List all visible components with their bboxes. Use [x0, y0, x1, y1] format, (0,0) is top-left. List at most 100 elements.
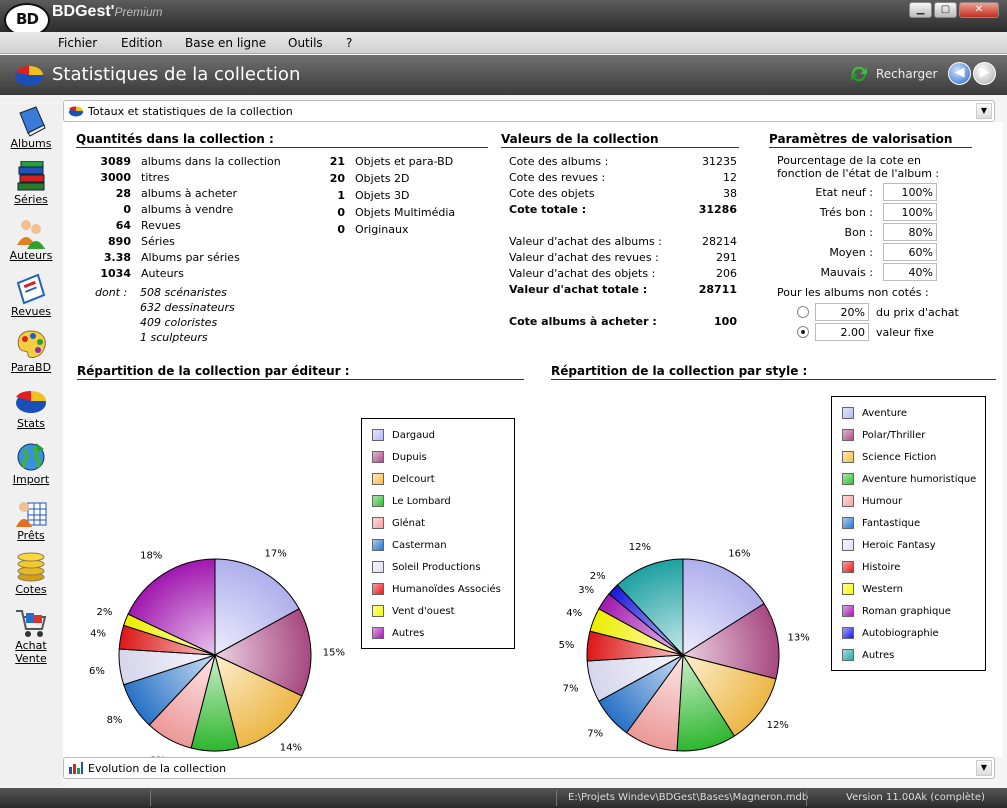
sidebar-label-series: Séries [14, 193, 48, 206]
maximize-button[interactable]: ▢ [934, 2, 957, 18]
forward-button[interactable]: ▶ [973, 62, 996, 85]
sidebar-item-cotes[interactable]: Cotes [0, 551, 62, 596]
title-bar[interactable]: BD BDGest'Premium ▁ ▢ ✕ [0, 0, 1007, 37]
state-percent-input[interactable]: 100% [883, 203, 937, 221]
state-percent-input[interactable]: 60% [883, 243, 937, 261]
reload-button[interactable]: Recharger [848, 63, 937, 85]
sidebar-item-parabd[interactable]: ParaBD [0, 329, 62, 374]
status-db-path: E:\Projets Windev\BDGest\Bases\Magneron.… [568, 792, 809, 803]
minimize-button[interactable]: ▁ [909, 2, 932, 18]
quantity-label: albums dans la collection [141, 155, 281, 168]
close-icon: ✕ [974, 4, 984, 15]
menu-base-en-ligne[interactable]: Base en ligne [185, 36, 266, 50]
state-label: Bon : [844, 226, 873, 239]
object-quantity-label: Objets Multimédia [355, 206, 456, 219]
quantity-value: 3089 [100, 155, 131, 168]
legend-item: Western [842, 583, 903, 595]
state-percent-input[interactable]: 40% [883, 263, 937, 281]
object-quantity-value: 20 [329, 172, 345, 185]
legend-item: Humour [842, 495, 902, 507]
legend-item: Autres [842, 649, 894, 661]
radio-prix-achat-label: du prix d'achat [876, 306, 959, 319]
sidebar-label-prets: Prêts [17, 529, 45, 542]
chevron-down-icon[interactable]: ▼ [976, 760, 992, 776]
legend-swatch [372, 429, 384, 441]
radio-valeur-fixe[interactable] [797, 326, 809, 338]
object-quantity-label: Objets et para-BD [355, 155, 454, 168]
radio-prix-achat[interactable] [797, 306, 809, 318]
legend-swatch [842, 517, 854, 529]
menu-fichier[interactable]: Fichier [58, 36, 97, 50]
legend-swatch [842, 473, 854, 485]
state-percent-input[interactable]: 80% [883, 223, 937, 241]
pie-slice-label: 18% [140, 551, 162, 562]
quantity-label: Albums par séries [141, 251, 240, 264]
reload-icon [851, 66, 867, 82]
sidebar-label-import: Import [12, 473, 50, 486]
sidebar-item-import[interactable]: Import [0, 441, 62, 486]
author-breakdown-item: 1 sculpteurs [140, 331, 208, 344]
legend-swatch [372, 517, 384, 529]
stats-view-value: Totaux et statistiques de la collection [88, 105, 293, 118]
sidebar-item-auteurs[interactable]: Auteurs [0, 217, 62, 262]
value-amount: 28711 [698, 283, 737, 296]
cart-icon [16, 610, 47, 637]
sidebar-item-albums[interactable]: Albums [0, 105, 62, 150]
stats-view-dropdown[interactable]: Totaux et statistiques de la collection … [63, 100, 995, 122]
legend-swatch [372, 539, 384, 551]
state-percent-input[interactable]: 100% [883, 183, 937, 201]
legend-style: Aventure Polar/Thriller Science Fiction Ave… [831, 396, 986, 671]
legend-label: Humanoïdes Associés [392, 583, 501, 595]
value-label: Valeur d'achat des revues : [509, 251, 659, 264]
legend-swatch [842, 649, 854, 661]
legend-item: Histoire [842, 561, 900, 573]
legend-swatch [372, 495, 384, 507]
chevron-down-icon[interactable]: ▼ [976, 103, 992, 119]
sidebar-label-auteurs: Auteurs [9, 249, 53, 262]
menu-help[interactable]: ? [346, 36, 352, 50]
reload-label: Recharger [876, 67, 938, 81]
sidebar-item-prets[interactable]: Prêts [0, 497, 62, 542]
page-title: Statistiques de la collection [52, 64, 301, 85]
back-button[interactable]: ◀ [948, 62, 971, 85]
legend-label: Roman graphique [862, 605, 951, 617]
sidebar-item-series[interactable]: Séries [0, 161, 62, 206]
sidebar-item-stats[interactable]: Stats [0, 385, 62, 430]
menu-outils[interactable]: Outils [288, 36, 323, 50]
quantity-label: albums à acheter [141, 187, 238, 200]
arrow-left-icon: ◀ [954, 65, 965, 80]
prix-achat-percent-input[interactable]: 20% [815, 303, 869, 321]
stats-header-icon [15, 66, 43, 86]
app-name-text: BDGest' [52, 3, 115, 20]
legend-swatch [372, 473, 384, 485]
legend-label: Science Fiction [862, 451, 937, 463]
people-icon [17, 220, 45, 249]
sidebar-item-revues[interactable]: Revues [0, 273, 62, 318]
menu-edition[interactable]: Edition [121, 36, 163, 50]
sidebar-item-achat-vente[interactable]: Achat Vente [0, 607, 62, 665]
pie-slice-label: 4% [90, 629, 106, 640]
value-label: Cote des revues : [509, 171, 606, 184]
bar-chart-icon [69, 762, 83, 774]
legend-item: Glénat [372, 517, 425, 529]
coins-icon [17, 552, 45, 582]
menu-bar: Fichier Edition Base en ligne Outils ? [0, 32, 1007, 54]
legend-swatch [842, 429, 854, 441]
quantity-value: 1034 [100, 267, 131, 280]
object-quantity-value: 0 [337, 206, 345, 219]
valeur-fixe-input[interactable]: 2.00 [815, 323, 869, 341]
close-button[interactable]: ✕ [959, 2, 999, 18]
pie-slice-label: 2% [590, 571, 606, 582]
app-name: BDGest'Premium [52, 3, 163, 21]
object-quantity-value: 1 [337, 189, 345, 202]
value-amount: 291 [716, 251, 737, 264]
legend-item: Dargaud [372, 429, 435, 441]
params-desc-2: fonction de l'état de l'album : [777, 167, 940, 180]
evolution-dropdown[interactable]: Evolution de la collection ▼ [63, 757, 995, 779]
window-controls: ▁ ▢ ✕ [909, 2, 999, 18]
legend-swatch [842, 605, 854, 617]
quantity-label: Auteurs [141, 267, 184, 280]
legend-swatch [842, 627, 854, 639]
pie-slice-label: 2% [96, 607, 112, 618]
legend-item: Aventure [842, 407, 907, 419]
